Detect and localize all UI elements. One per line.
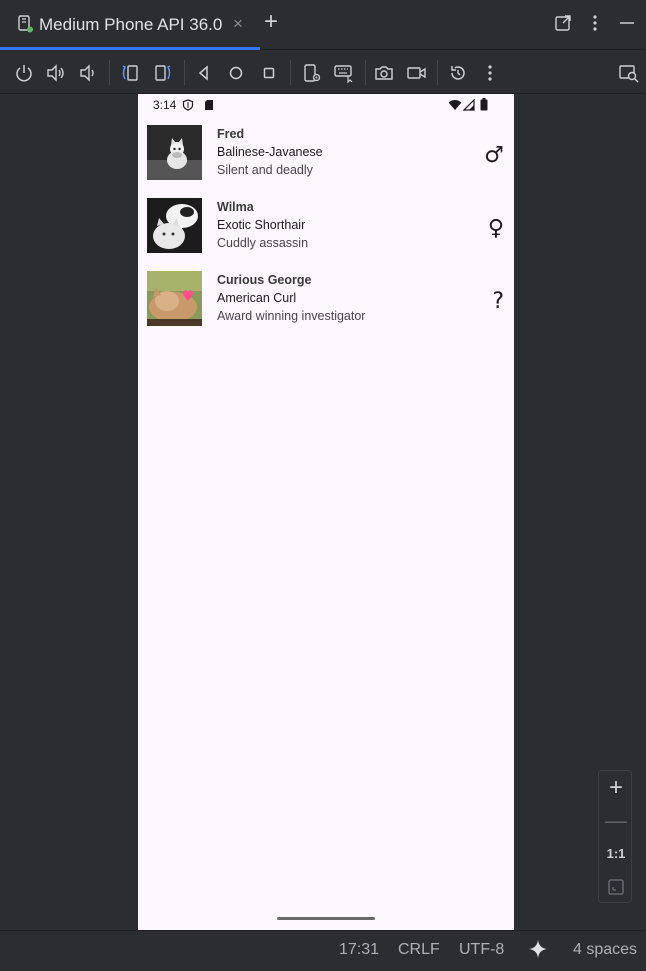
power-icon[interactable] — [13, 62, 35, 84]
cat-description: Cuddly assassin — [217, 236, 309, 250]
device-settings-icon[interactable] — [301, 62, 323, 84]
back-icon[interactable] — [193, 62, 215, 84]
layout-inspector-icon[interactable] — [618, 62, 640, 84]
list-item[interactable]: Curious George American Curl Award winni… — [138, 271, 514, 344]
screen-record-icon[interactable] — [405, 62, 427, 84]
rotate-left-icon[interactable] — [119, 62, 141, 84]
ai-sparkle-icon[interactable] — [528, 939, 548, 964]
file-encoding[interactable]: UTF-8 — [459, 941, 504, 959]
cat-name: Wilma — [217, 200, 254, 214]
signal-icon — [463, 99, 475, 111]
cat-photo — [147, 271, 202, 326]
male-icon: ♂ — [484, 143, 504, 168]
toolbar-divider — [109, 60, 110, 85]
cat-description: Award winning investigator — [217, 309, 366, 323]
cat-photo — [147, 198, 202, 253]
toolbar-divider — [437, 60, 438, 85]
zoom-controls: + — 1:1 — [598, 770, 632, 903]
device-icon — [18, 15, 33, 33]
toolbar-divider — [365, 60, 366, 85]
zoom-fit-icon[interactable] — [599, 875, 633, 905]
cat-breed: Exotic Shorthair — [217, 218, 306, 232]
female-icon: ♀ — [487, 216, 504, 241]
shield-icon — [182, 99, 194, 111]
cat-breed: Balinese-Javanese — [217, 145, 323, 159]
external-window-icon[interactable] — [554, 14, 572, 32]
caret-position[interactable]: 17:31 — [339, 941, 379, 959]
volume-down-icon[interactable] — [77, 62, 99, 84]
list-item[interactable]: Fred Balinese-Javanese Silent and deadly… — [138, 125, 514, 198]
tab-close-icon[interactable]: × — [233, 14, 243, 34]
cat-name: Fred — [217, 127, 245, 141]
cat-photo — [147, 125, 202, 180]
toolbar-divider — [290, 60, 291, 85]
list-item[interactable]: Wilma Exotic Shorthair Cuddly assassin ♀ — [138, 198, 514, 271]
battery-icon — [480, 98, 488, 111]
overview-icon[interactable] — [258, 62, 280, 84]
tab-medium-phone[interactable]: Medium Phone API 36.0 × — [0, 0, 260, 50]
home-icon[interactable] — [225, 62, 247, 84]
unknown-gender-icon: ? — [492, 289, 504, 314]
device-screen[interactable]: 3:14 Fred Balinese-Javanese Silent and d… — [138, 94, 514, 930]
more-icon[interactable] — [479, 62, 501, 84]
camera-icon[interactable] — [373, 62, 395, 84]
snapshot-icon[interactable] — [447, 62, 469, 84]
tab-active-indicator — [0, 47, 260, 50]
minimize-icon[interactable] — [618, 14, 636, 32]
zoom-out-button[interactable]: — — [599, 806, 633, 836]
volume-up-icon[interactable] — [45, 62, 67, 84]
cat-name: Curious George — [217, 273, 312, 287]
indent-setting[interactable]: 4 spaces — [573, 941, 637, 959]
cat-breed: American Curl — [217, 291, 297, 305]
ide-status-bar: 17:31 CRLF UTF-8 4 spaces — [0, 930, 646, 971]
cat-description: Silent and deadly — [217, 163, 313, 177]
toolbar-divider — [184, 60, 185, 85]
more-vertical-icon[interactable] — [586, 14, 604, 32]
wifi-icon — [448, 100, 462, 110]
zoom-in-button[interactable]: + — [599, 773, 633, 803]
emulator-toolbar — [0, 51, 646, 94]
device-status-bar: 3:14 — [138, 94, 514, 116]
tab-title: Medium Phone API 36.0 — [39, 15, 223, 34]
status-time: 3:14 — [153, 98, 177, 112]
add-tab-button[interactable]: + — [264, 10, 286, 35]
rotate-right-icon[interactable] — [152, 62, 174, 84]
line-endings[interactable]: CRLF — [398, 941, 440, 959]
sd-card-icon — [205, 100, 213, 110]
tab-bar: Medium Phone API 36.0 × + — [0, 0, 646, 50]
zoom-actual-size-button[interactable]: 1:1 — [599, 843, 633, 873]
gesture-handle[interactable] — [277, 917, 375, 920]
keyboard-icon[interactable] — [333, 62, 355, 84]
